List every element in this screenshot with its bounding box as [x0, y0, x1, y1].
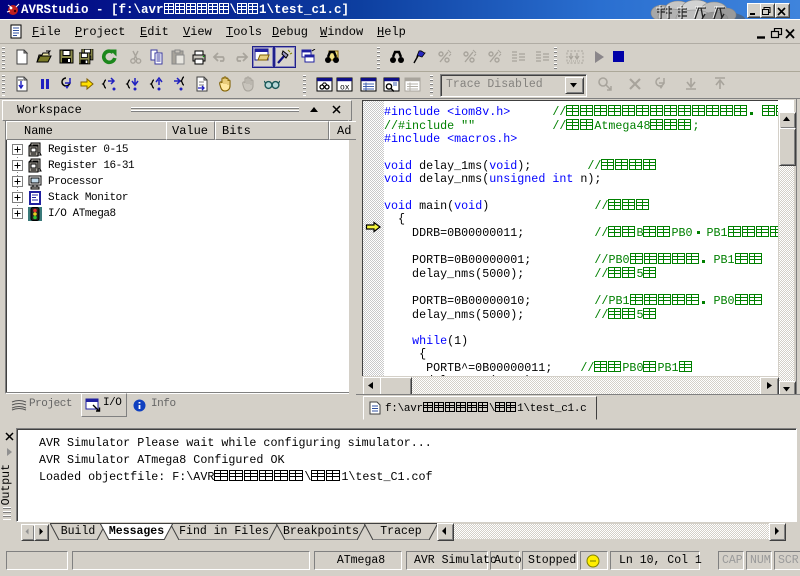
svg-text:ox: ox — [340, 84, 350, 93]
